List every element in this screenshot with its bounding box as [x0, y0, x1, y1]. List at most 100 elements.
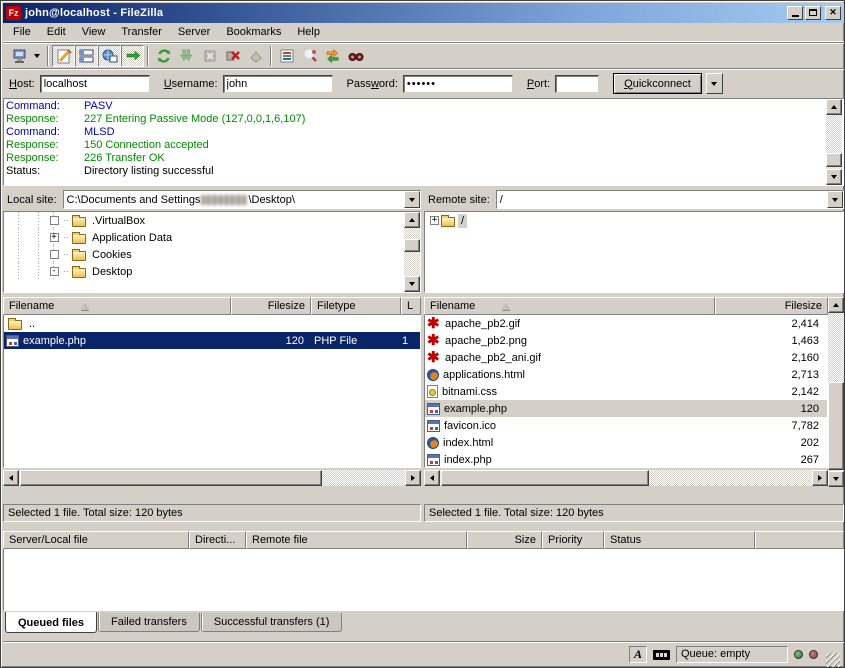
file-type-icon	[427, 351, 441, 365]
file-row[interactable]: favicon.ico 7,782	[425, 417, 827, 434]
file-row[interactable]: index.html 202	[425, 434, 827, 451]
queue-col-status[interactable]: Status	[604, 531, 755, 549]
local-lastmodified-header[interactable]: L	[401, 297, 421, 315]
remote-filesize-header[interactable]: Filesize	[715, 297, 828, 315]
scroll-left-button[interactable]	[424, 470, 440, 486]
remote-site-path: /	[500, 194, 503, 206]
remote-filename-header[interactable]: Filename	[424, 297, 715, 315]
find-files-button[interactable]	[344, 45, 367, 67]
reconnect-button[interactable]	[244, 45, 267, 67]
file-row[interactable]: bitnami.css 2,142	[425, 383, 827, 400]
tree-scroll-track[interactable]	[404, 228, 420, 276]
disconnect-button[interactable]	[221, 45, 244, 67]
quickconnect-dropdown-button[interactable]	[706, 73, 723, 94]
toggle-local-tree-button[interactable]	[75, 45, 98, 67]
menu-item[interactable]: Server	[170, 24, 218, 40]
port-input[interactable]	[555, 75, 599, 93]
password-input[interactable]	[403, 75, 513, 93]
file-row[interactable]: apache_pb2.png 1,463	[425, 332, 827, 349]
scroll-thumb[interactable]	[20, 470, 322, 486]
log-scroll-up-button[interactable]	[826, 99, 842, 115]
local-filesize-header[interactable]: Filesize	[231, 297, 311, 315]
toggle-message-log-button[interactable]	[52, 45, 75, 67]
sort-ascending-icon	[501, 303, 509, 310]
tree-row[interactable]: Cookies	[4, 246, 404, 263]
local-filename-header[interactable]: Filename	[3, 297, 231, 315]
toggle-transfer-queue-button[interactable]	[121, 45, 144, 67]
menu-item[interactable]: Help	[289, 24, 328, 40]
queue-tab[interactable]: Successful transfers (1)	[201, 613, 343, 632]
remote-site-combo[interactable]: /	[496, 190, 844, 209]
quickconnect-button[interactable]: Quickconnect	[613, 73, 702, 94]
scroll-right-button[interactable]	[405, 470, 421, 486]
tree-folder-label[interactable]: Desktop	[89, 265, 135, 279]
toggle-remote-tree-button[interactable]	[98, 45, 121, 67]
queue-list[interactable]	[3, 549, 844, 611]
menu-item[interactable]: Edit	[39, 24, 74, 40]
file-row[interactable]: example.php 120 PHP File 1	[4, 332, 420, 349]
refresh-button[interactable]	[152, 45, 175, 67]
menu-item[interactable]: Transfer	[113, 24, 170, 40]
local-filetype-header[interactable]: Filetype	[311, 297, 401, 315]
file-row[interactable]: applications.html 2,713	[425, 366, 827, 383]
expander-icon[interactable]	[50, 233, 59, 242]
queue-col-local-file[interactable]: Server/Local file	[3, 531, 189, 549]
queue-col-direction[interactable]: Directi...	[189, 531, 246, 549]
log-scroll-thumb[interactable]	[826, 153, 842, 167]
resize-grip[interactable]	[826, 653, 840, 667]
file-row[interactable]: ..	[4, 315, 420, 332]
menu-item[interactable]: Bookmarks	[218, 24, 289, 40]
directory-filter-button[interactable]	[275, 45, 298, 67]
expander-icon[interactable]	[50, 267, 59, 276]
file-row[interactable]: example.php 120	[425, 400, 827, 417]
tree-scroll-up-button[interactable]	[404, 212, 420, 228]
queue-tab[interactable]: Failed transfers	[98, 613, 200, 632]
title-bar[interactable]: Fz john@localhost - FileZilla ✕	[3, 3, 844, 23]
scroll-thumb[interactable]	[828, 382, 844, 470]
tree-row[interactable]: .VirtualBox	[4, 212, 404, 229]
host-input[interactable]	[40, 75, 150, 93]
site-manager-dropdown-button[interactable]	[30, 45, 44, 67]
expander-icon[interactable]	[430, 216, 439, 225]
file-row[interactable]: apache_pb2_ani.gif 2,160	[425, 349, 827, 366]
scroll-right-button[interactable]	[812, 470, 828, 486]
log-scroll-down-button[interactable]	[826, 169, 842, 185]
process-queue-button[interactable]	[175, 45, 198, 67]
menu-item[interactable]: View	[74, 24, 114, 40]
expander-icon[interactable]	[50, 216, 59, 225]
scroll-up-button[interactable]	[828, 297, 844, 313]
local-site-combo[interactable]: C:\Documents and Settings\Desktop\	[63, 190, 421, 209]
tree-folder-label[interactable]: Cookies	[89, 248, 135, 262]
scroll-left-button[interactable]	[3, 470, 19, 486]
close-button[interactable]: ✕	[825, 6, 841, 20]
tree-row[interactable]: Application Data	[4, 229, 404, 246]
tree-scroll-thumb[interactable]	[404, 239, 420, 252]
log-line: Command: MLSD	[6, 126, 841, 139]
queue-col-size[interactable]: Size	[467, 531, 542, 549]
tree-scroll-down-button[interactable]	[404, 276, 420, 292]
tree-row[interactable]: Desktop	[4, 263, 404, 280]
local-site-dropdown-button[interactable]	[404, 191, 420, 208]
queue-tab[interactable]: Queued files	[5, 612, 97, 633]
menu-item[interactable]: File	[5, 24, 39, 40]
speed-limits-indicator-icon[interactable]	[653, 650, 670, 660]
site-manager-button[interactable]	[7, 45, 30, 67]
maximize-button[interactable]	[805, 6, 821, 20]
file-row[interactable]: index.php 267	[425, 451, 827, 468]
file-row[interactable]: apache_pb2.gif 2,414	[425, 315, 827, 332]
tree-folder-label[interactable]: Application Data	[89, 231, 175, 245]
tree-folder-label[interactable]: .VirtualBox	[89, 214, 148, 228]
directory-comparison-button[interactable]	[298, 45, 321, 67]
queue-col-priority[interactable]: Priority	[542, 531, 604, 549]
tree-folder-label[interactable]: /	[458, 214, 467, 228]
scroll-thumb[interactable]	[441, 470, 649, 486]
minimize-button[interactable]	[787, 6, 803, 20]
cancel-button[interactable]	[198, 45, 221, 67]
username-input[interactable]	[223, 75, 333, 93]
remote-site-dropdown-button[interactable]	[827, 191, 843, 208]
synchronized-browsing-button[interactable]	[321, 45, 344, 67]
expander-icon[interactable]	[50, 250, 59, 259]
scroll-down-button[interactable]	[828, 471, 844, 487]
queue-col-remote-file[interactable]: Remote file	[246, 531, 467, 549]
tree-row[interactable]: /	[425, 212, 843, 229]
